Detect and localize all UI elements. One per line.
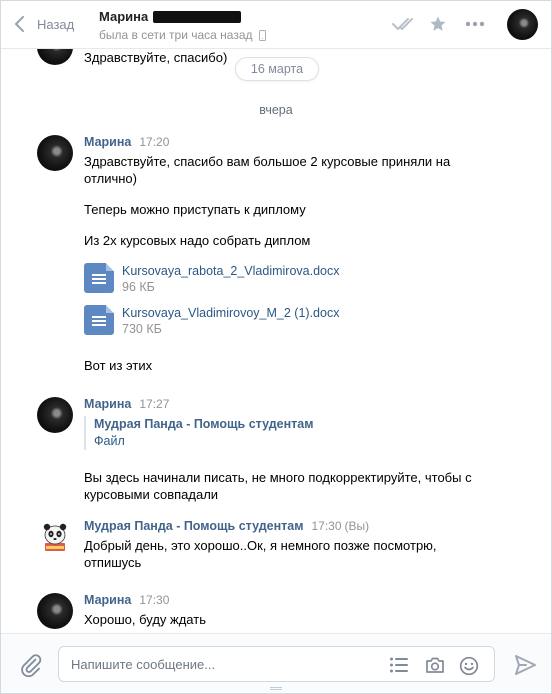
date-pill: 16 марта: [235, 57, 319, 81]
message-item: Мудрая Панда - Помощь студентам 17:30 (В…: [37, 519, 507, 579]
double-check-icon: [392, 18, 413, 30]
resize-grip[interactable]: [270, 687, 282, 690]
message-time[interactable]: 17:30: [139, 593, 169, 607]
more-actions-button[interactable]: [464, 13, 486, 35]
document-icon: [84, 305, 114, 335]
message-input[interactable]: Напишите сообщение...: [58, 646, 495, 682]
document-size: 730 КБ: [122, 322, 162, 336]
peer-status-row: была в сети три часа назад: [99, 28, 266, 42]
chat-header: Назад Марина была в сети три часа назад: [1, 1, 551, 49]
redacted-surname: [153, 10, 242, 23]
message-time[interactable]: 17:20: [139, 135, 169, 149]
peer-title[interactable]: Марина: [99, 9, 242, 24]
camera-button[interactable]: [425, 656, 445, 674]
message-text: Добрый день, это хорошо..Ок, я немного п…: [84, 538, 437, 570]
message-time[interactable]: 17:27: [139, 397, 169, 411]
message-composer: Напишите сообщение...: [1, 633, 551, 693]
document-attachment[interactable]: Kursovaya_Vladimirovoy_M_2 (1).docx 730 …: [84, 305, 464, 339]
favorite-button[interactable]: [427, 13, 449, 35]
message-text: Здравствуйте, спасибо вам большое 2 курс…: [84, 154, 451, 186]
document-attachment[interactable]: Kursovaya_rabota_2_Vladimirova.docx 96 К…: [84, 263, 464, 297]
camera-icon: [426, 657, 444, 673]
message-input-placeholder: Напишите сообщение...: [71, 657, 216, 672]
message-text: Из 2х курсовых надо собрать диплом: [84, 233, 311, 248]
back-button[interactable]: Назад: [13, 13, 74, 35]
send-icon: [515, 655, 536, 675]
star-icon: [430, 16, 446, 31]
peer-avatar[interactable]: [507, 9, 538, 40]
day-separator: вчера: [259, 103, 293, 117]
attach-button[interactable]: [19, 653, 43, 678]
template-list-icon: [390, 657, 408, 673]
message-author[interactable]: Марина: [84, 135, 131, 149]
avatar[interactable]: [37, 135, 73, 171]
avatar[interactable]: [37, 49, 73, 65]
message-text: Вы здесь начинали писать, не много подко…: [84, 470, 472, 502]
document-name[interactable]: Kursovaya_Vladimirovoy_M_2 (1).docx: [122, 305, 339, 321]
message-author[interactable]: Марина: [84, 397, 131, 411]
templates-button[interactable]: [389, 656, 409, 674]
document-name[interactable]: Kursovaya_rabota_2_Vladimirova.docx: [122, 263, 340, 279]
avatar[interactable]: [37, 397, 73, 433]
forwarded-text[interactable]: Файл: [94, 432, 313, 450]
message-text: Хорошо, буду ждать: [84, 612, 206, 627]
forwarded-author[interactable]: Мудрая Панда - Помощь студентам: [94, 416, 313, 432]
phone-icon: [258, 29, 266, 41]
message-author[interactable]: Марина: [84, 593, 131, 607]
more-icon: [465, 21, 485, 27]
document-size: 96 КБ: [122, 280, 155, 294]
message-item: Марина 17:30 Хорошо, буду ждать: [37, 593, 507, 633]
message-history[interactable]: Здравствуйте, спасибо) 16 марта вчера Ма…: [1, 49, 551, 633]
document-icon: [84, 263, 114, 293]
avatar[interactable]: [37, 519, 73, 555]
paperclip-icon: [21, 654, 42, 678]
emoji-icon: [459, 656, 479, 676]
chat-window: Назад Марина была в сети три часа назад …: [0, 0, 552, 694]
back-chevron-icon: [15, 16, 24, 32]
you-tag: (Вы): [344, 519, 370, 533]
peer-name[interactable]: Марина: [99, 9, 148, 24]
panda-avatar-icon: [37, 519, 73, 555]
emoji-button[interactable]: [459, 656, 479, 676]
send-button[interactable]: [513, 654, 537, 676]
message-item: Марина 17:20 Здравствуйте, спасибо вам б…: [37, 135, 507, 395]
message-text: Теперь можно приступать к диплому: [84, 202, 306, 217]
message-time[interactable]: 17:30: [311, 519, 341, 533]
message-author[interactable]: Мудрая Панда - Помощь студентам: [84, 519, 303, 533]
back-label: Назад: [37, 16, 75, 32]
message-item: Марина 17:27 Мудрая Панда - Помощь студе…: [37, 397, 507, 507]
peer-status: была в сети три часа назад: [99, 28, 253, 42]
mark-read-button[interactable]: [391, 13, 419, 35]
forwarded-message[interactable]: Мудрая Панда - Помощь студентам Файл: [84, 416, 313, 450]
avatar[interactable]: [37, 593, 73, 629]
